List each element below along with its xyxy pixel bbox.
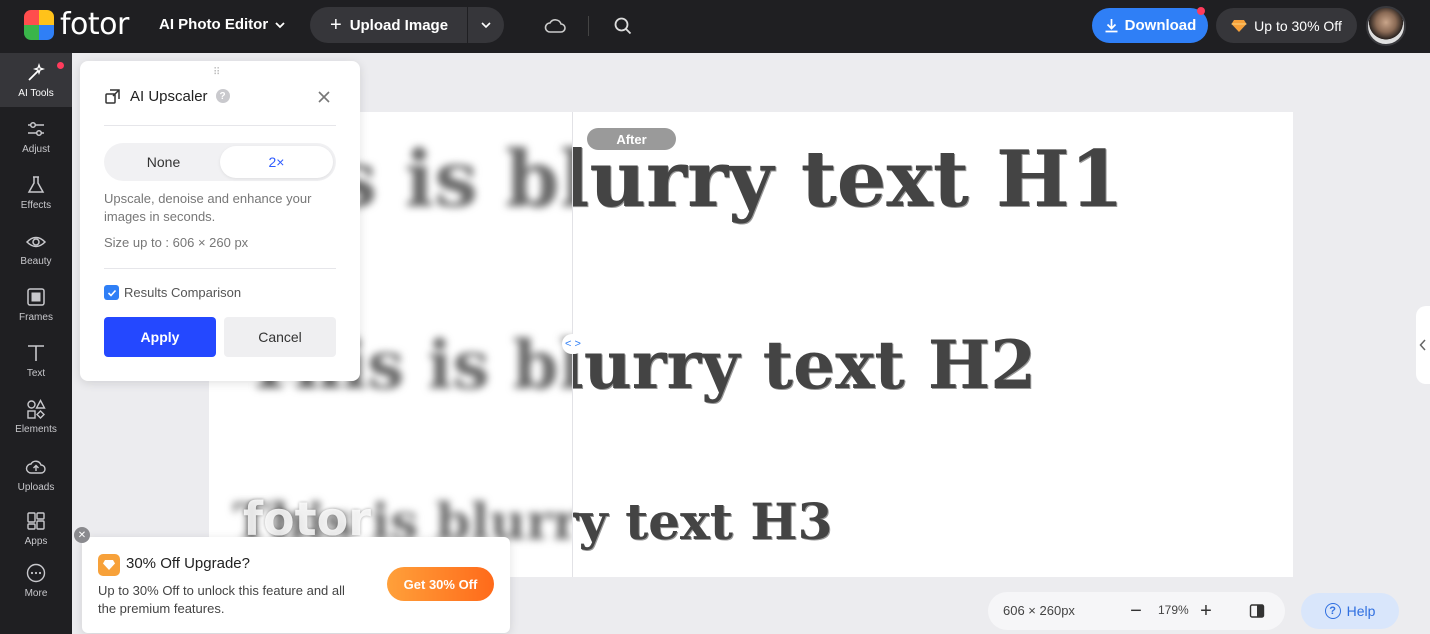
rail-label: Elements	[15, 423, 57, 435]
logo-text: fotor	[60, 7, 129, 42]
after-label: After	[587, 128, 676, 150]
top-bar: fotor AI Photo Editor + Upload Image Dow…	[0, 0, 1430, 53]
chevron-left-icon	[1419, 339, 1426, 351]
zoom-controls: 606 × 260px − 179% +	[988, 592, 1285, 630]
toast-close-icon[interactable]: ✕	[74, 527, 90, 543]
toast-title: 30% Off Upgrade?	[126, 555, 250, 572]
upload-options-button[interactable]	[468, 7, 504, 43]
divider	[104, 125, 336, 126]
help-question-icon[interactable]: ?	[215, 89, 230, 103]
drag-handle-icon[interactable]: ⠿	[213, 67, 221, 78]
notification-dot	[1197, 7, 1205, 15]
download-label: Download	[1124, 17, 1197, 34]
right-panel-toggle[interactable]	[1416, 306, 1430, 384]
upload-image-button[interactable]: + Upload Image	[310, 7, 468, 43]
rail-label: Text	[26, 367, 46, 379]
rail-label: Beauty	[20, 255, 52, 267]
scale-option-2x[interactable]: 2×	[220, 146, 333, 178]
upload-image-label: Upload Image	[349, 16, 449, 34]
divider	[104, 268, 336, 269]
avatar[interactable]	[1366, 6, 1406, 46]
results-comparison-toggle[interactable]: Results Comparison	[104, 285, 241, 300]
rail-item-beauty[interactable]: Beauty	[0, 221, 72, 275]
scale-option-none[interactable]: None	[107, 146, 220, 178]
rail-label: AI Tools	[18, 87, 54, 99]
flask-icon	[27, 175, 45, 193]
text-icon	[28, 344, 44, 361]
shapes-icon	[27, 398, 46, 419]
panel-title: AI Upscaler ?	[104, 87, 230, 105]
left-toolbar: AI Tools Adjust Effects Beauty Frames Te…	[0, 53, 72, 634]
rail-label: Frames	[19, 311, 53, 323]
help-label: Help	[1346, 603, 1376, 619]
editor-switch-label: AI Photo Editor	[159, 16, 269, 33]
panel-title-text: AI Upscaler	[130, 87, 208, 105]
upgrade-toast: 30% Off Upgrade? Up to 30% Off to unlock…	[82, 537, 510, 633]
rail-item-frames[interactable]: Frames	[0, 277, 72, 331]
rail-item-ai-tools[interactable]: AI Tools	[0, 53, 72, 107]
image-dimensions: 606 × 260px	[1003, 603, 1075, 618]
rail-item-effects[interactable]: Effects	[0, 165, 72, 219]
chevron-down-icon	[275, 21, 285, 28]
divider	[588, 16, 589, 36]
editor-switch-dropdown[interactable]: AI Photo Editor	[159, 16, 286, 33]
logo-mark-icon	[24, 10, 54, 40]
zoom-level[interactable]: 179%	[1158, 603, 1189, 617]
rail-item-more[interactable]: More	[0, 553, 72, 607]
zoom-out-button[interactable]: −	[1128, 600, 1144, 622]
panel-description: Upscale, denoise and enhance your images…	[104, 191, 312, 224]
rail-item-text[interactable]: Text	[0, 333, 72, 387]
get-discount-button[interactable]: Get 30% Off	[387, 567, 494, 601]
scale-selector: None 2×	[104, 143, 336, 181]
rail-label: Uploads	[17, 481, 55, 493]
apps-icon	[27, 511, 45, 530]
size-limit-text: Size up to : 606 × 260 px	[104, 235, 249, 250]
cloud-icon[interactable]	[543, 14, 567, 38]
promo-label: Up to 30% Off	[1254, 17, 1342, 34]
chevron-down-icon	[481, 22, 491, 29]
sliders-icon	[28, 121, 44, 136]
rail-item-apps[interactable]: Apps	[0, 501, 72, 555]
rail-item-adjust[interactable]: Adjust	[0, 109, 72, 163]
download-button[interactable]: Download	[1092, 7, 1208, 43]
results-comparison-label: Results Comparison	[124, 285, 242, 300]
image-canvas[interactable]: This is blurry text H1 This is blurry te…	[209, 112, 1293, 577]
compare-view-icon[interactable]	[1249, 603, 1265, 619]
upload-group: + Upload Image	[310, 7, 504, 43]
rail-label: More	[24, 587, 48, 599]
image-text-line: This is blurry text H2	[573, 326, 1037, 404]
after-image: This is blurry text H1 This is blurry te…	[573, 112, 1293, 577]
diamond-icon	[98, 554, 120, 576]
rail-label: Apps	[24, 535, 48, 547]
help-icon: ?	[1324, 603, 1341, 619]
rail-label: Effects	[20, 199, 52, 211]
help-button[interactable]: ? Help	[1301, 593, 1399, 629]
eye-icon	[25, 236, 47, 247]
diamond-icon	[1231, 19, 1247, 32]
download-icon	[1105, 19, 1118, 33]
rail-item-elements[interactable]: Elements	[0, 389, 72, 443]
cancel-button[interactable]: Cancel	[224, 317, 336, 357]
checkbox-checked-icon[interactable]	[104, 285, 119, 300]
comparison-handle[interactable]: < >	[562, 334, 584, 354]
toast-text: Up to 30% Off to unlock this feature and…	[98, 583, 345, 616]
fotor-logo[interactable]: fotor	[24, 10, 129, 40]
plus-icon: +	[330, 14, 342, 36]
notification-dot	[57, 62, 64, 69]
rail-label: Adjust	[22, 143, 50, 155]
upscale-icon	[105, 89, 120, 104]
more-icon	[26, 563, 46, 582]
close-icon[interactable]	[315, 88, 333, 106]
rail-item-uploads[interactable]: Uploads	[0, 447, 72, 501]
apply-button[interactable]: Apply	[104, 317, 216, 357]
zoom-in-button[interactable]: +	[1198, 600, 1214, 622]
frame-icon	[27, 287, 45, 306]
cloud-upload-icon	[25, 460, 46, 474]
search-icon[interactable]	[611, 14, 635, 38]
image-text-line: This is blurry text H3	[573, 492, 833, 551]
sparkle-wand-icon	[28, 62, 46, 81]
promo-button[interactable]: Up to 30% Off	[1216, 8, 1357, 43]
ai-upscaler-panel: ⠿ AI Upscaler ? None 2× Upscale, denoise…	[80, 61, 360, 381]
